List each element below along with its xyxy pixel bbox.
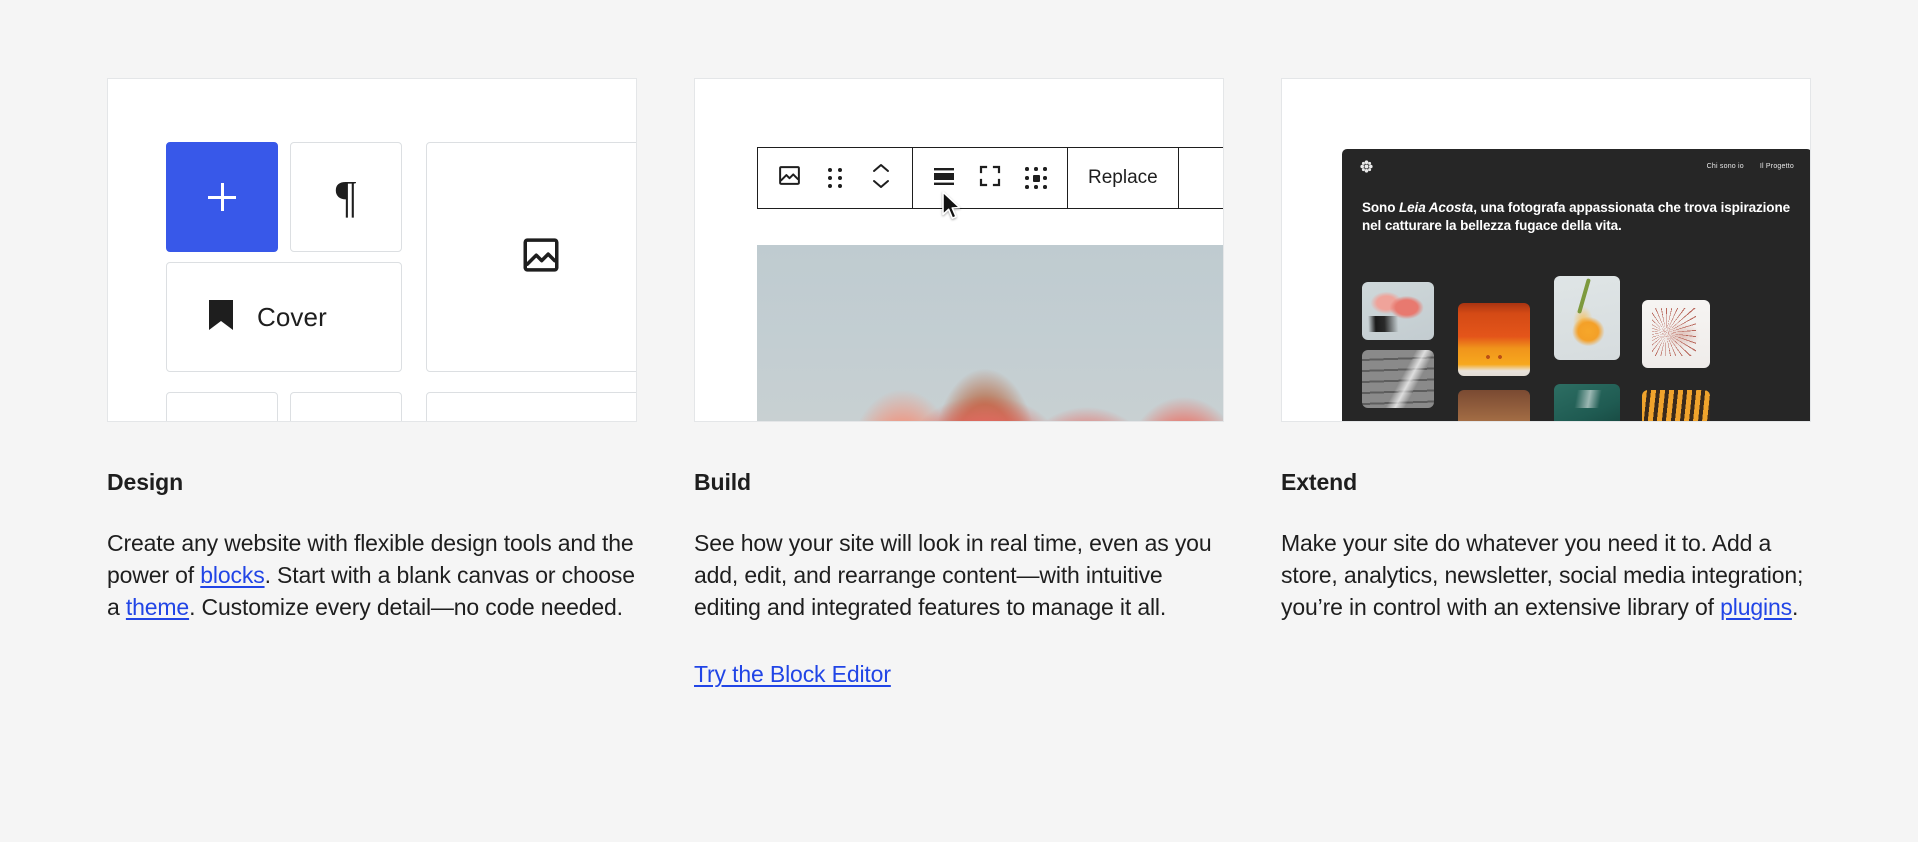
body-segment: . [1791, 594, 1799, 621]
replace-button[interactable]: Replace [1068, 149, 1178, 207]
feature-column-build: Replace Build See how your site will loo… [694, 78, 1224, 688]
site-nav-links: Chi sono io Il Progetto [1707, 163, 1794, 170]
crop-button[interactable] [967, 149, 1013, 207]
nav-link-chi-sono-io[interactable]: Chi sono io [1707, 163, 1744, 170]
move-updown-button[interactable] [858, 149, 904, 207]
nav-link-il-progetto[interactable]: Il Progetto [1760, 163, 1794, 170]
image-icon [777, 163, 802, 193]
chevron-updown-icon [870, 161, 892, 196]
inserter-tile-partial-b[interactable] [290, 392, 402, 421]
try-block-editor-link[interactable]: Try the Block Editor [694, 661, 891, 688]
pink-magnolia-photo [1362, 282, 1434, 340]
body-segment: . Customize every detail—no code needed. [189, 594, 623, 621]
plugins-link[interactable]: plugins [1720, 594, 1792, 620]
orange-wall-photo [1458, 303, 1530, 376]
flower-logo-icon [1360, 159, 1373, 173]
body-text-build: See how your site will look in real time… [694, 527, 1224, 623]
toolbar-overflow-slot[interactable] [1187, 149, 1223, 207]
amber-stripes-photo [1642, 390, 1710, 421]
crop-icon [977, 163, 1003, 194]
site-preview: Chi sono io Il Progetto Sono Leia Acosta… [1342, 149, 1810, 421]
page-title-extend: Extend [1281, 469, 1358, 495]
paragraph-block-tile[interactable]: ¶ [290, 142, 402, 252]
hero-lead: Sono [1362, 200, 1399, 215]
flower-image [757, 245, 1223, 421]
body-segment: See how your site will look in real time… [694, 530, 1212, 621]
image-block-type-button[interactable] [766, 149, 812, 207]
bookmark-icon [208, 299, 234, 336]
body-text-design: Create any website with flexible design … [107, 527, 637, 623]
feature-column-design: ¶ Cover Design Create any website with f… [107, 78, 637, 688]
site-nav: Chi sono io Il Progetto [1342, 149, 1810, 183]
drag-handle-button[interactable] [812, 149, 858, 207]
yellow-tulip-photo [1554, 276, 1620, 360]
inserter-tile-partial-a[interactable] [166, 392, 278, 421]
extend-preview-card: Chi sono io Il Progetto Sono Leia Acosta… [1281, 78, 1811, 422]
image-block-tile[interactable] [426, 142, 636, 372]
toolbar-overflow-group[interactable] [1179, 148, 1223, 208]
more-options-button[interactable] [1013, 149, 1059, 207]
arrow-pointer-icon [941, 191, 963, 221]
block-format-group [913, 148, 1068, 208]
page-title-design: Design [107, 469, 184, 495]
stairs-bw-photo [1362, 350, 1434, 408]
cover-block-label: Cover [257, 301, 327, 332]
image-icon [520, 234, 562, 281]
build-preview-card: Replace [694, 78, 1224, 422]
theme-link[interactable]: theme [126, 594, 189, 620]
teal-texture-photo [1554, 384, 1620, 421]
feature-columns: ¶ Cover Design Create any website with f… [107, 78, 1811, 688]
page-title-build: Build [694, 469, 751, 495]
align-icon [931, 163, 957, 194]
add-block-tile[interactable] [166, 142, 278, 252]
feature-column-extend: Chi sono io Il Progetto Sono Leia Acosta… [1281, 78, 1811, 688]
body-text-extend: Make your site do whatever you need it t… [1281, 527, 1811, 623]
inserter-tile-partial-c[interactable] [426, 392, 636, 421]
block-type-group [758, 148, 913, 208]
block-toolbar: Replace [757, 147, 1223, 209]
replace-group: Replace [1068, 148, 1179, 208]
blocks-link[interactable]: blocks [200, 562, 264, 588]
design-preview-card: ¶ Cover [107, 78, 637, 422]
plus-icon [208, 183, 236, 211]
site-hero-text: Sono Leia Acosta, una fotografa appassio… [1362, 199, 1792, 235]
page-root: ¶ Cover Design Create any website with f… [0, 0, 1918, 842]
hero-name: Leia Acosta [1399, 200, 1474, 215]
drag-handle-icon [828, 168, 842, 188]
pilcrow-icon: ¶ [335, 171, 357, 222]
site-photo-gallery [1362, 274, 1810, 421]
dried-flower-photo [1642, 300, 1710, 368]
cover-block-tile[interactable]: Cover [166, 262, 402, 372]
brown-texture-photo [1458, 390, 1530, 421]
dots-grid-icon [1025, 167, 1047, 189]
